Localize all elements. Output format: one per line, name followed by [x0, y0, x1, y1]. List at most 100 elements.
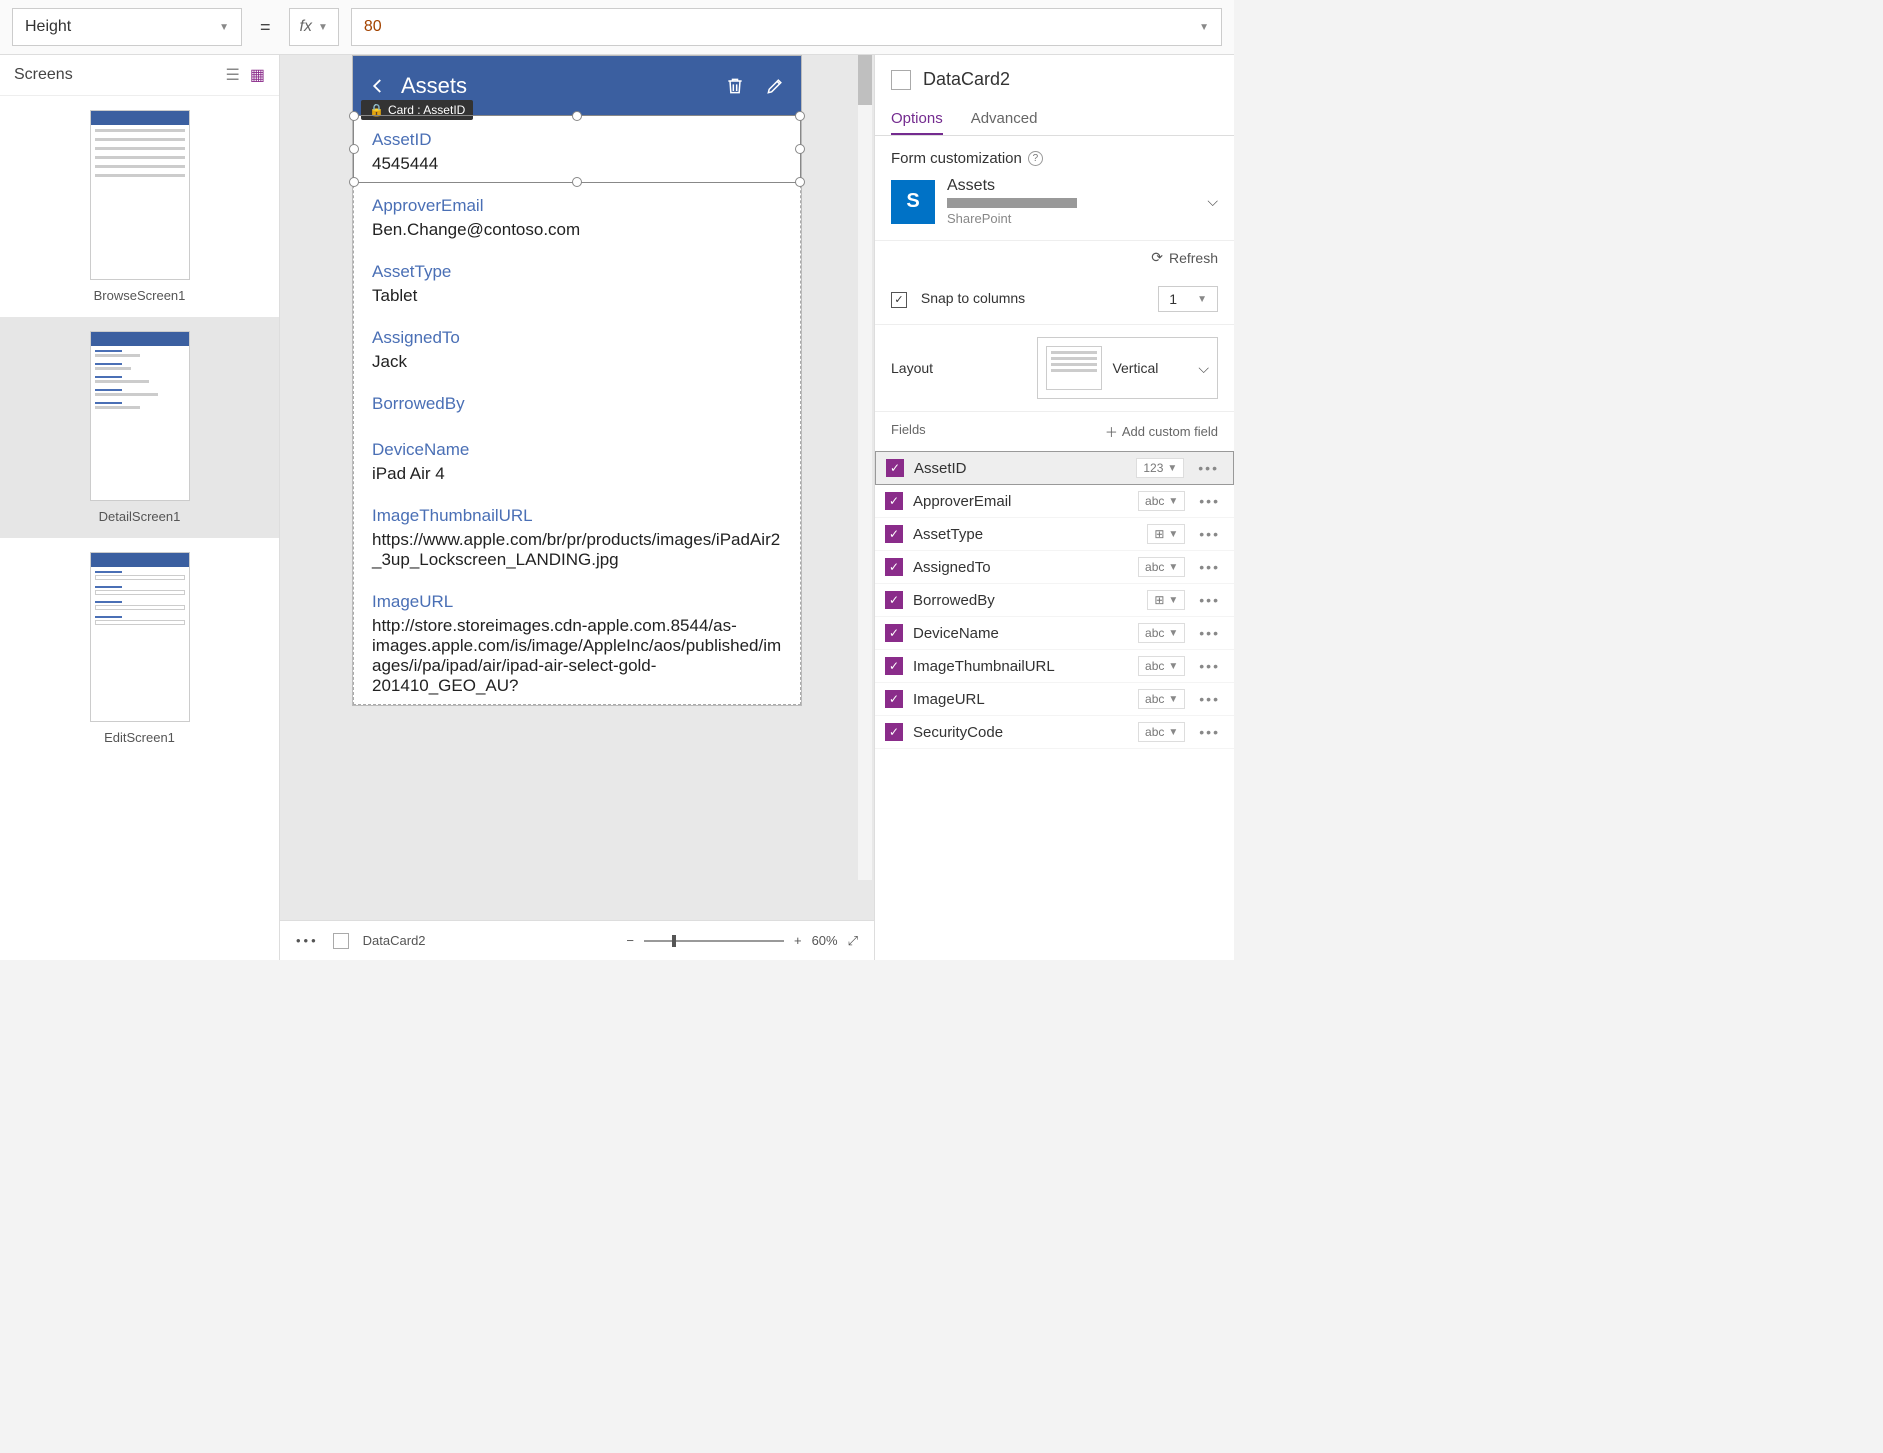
field-type-selector[interactable]: abc▼: [1138, 491, 1185, 511]
data-card[interactable]: ImageThumbnailURLhttps://www.apple.com/b…: [354, 492, 800, 578]
breadcrumb-label[interactable]: DataCard2: [363, 933, 426, 948]
field-name: SecurityCode: [913, 724, 1128, 741]
fx-button[interactable]: fx ▼: [289, 8, 339, 46]
data-card[interactable]: AssetTypeTablet: [354, 248, 800, 314]
chevron-down-icon[interactable]: ⌵: [1207, 193, 1218, 210]
field-row[interactable]: ✓BorrowedBy⊞▼•••: [875, 584, 1234, 617]
field-checkbox[interactable]: ✓: [885, 525, 903, 543]
field-checkbox[interactable]: ✓: [885, 591, 903, 609]
field-label: AssetID: [372, 130, 782, 150]
field-type-selector[interactable]: ⊞▼: [1147, 524, 1185, 544]
snap-checkbox[interactable]: [891, 292, 907, 308]
form-customization-title: Form customization ?: [891, 150, 1218, 167]
field-type-selector[interactable]: ⊞▼: [1147, 590, 1185, 610]
sharepoint-icon: S: [891, 180, 935, 224]
field-checkbox[interactable]: ✓: [885, 723, 903, 741]
field-type-selector[interactable]: abc▼: [1138, 623, 1185, 643]
selection-handle[interactable]: [349, 177, 359, 187]
detail-form[interactable]: AssetID4545444 ApproverEmail Ben.Change@co…: [353, 115, 801, 705]
datasource-row[interactable]: S Assets SharePoint ⌵: [891, 177, 1218, 226]
field-type-selector[interactable]: 123▼: [1136, 458, 1184, 478]
field-type-selector[interactable]: abc▼: [1138, 656, 1185, 676]
refresh-button[interactable]: ⟳ Refresh: [875, 241, 1234, 274]
field-row[interactable]: ✓ ImageURL abc▼ •••: [875, 683, 1234, 716]
field-name: ImageURL: [913, 691, 1128, 708]
data-card[interactable]: ApproverEmail Ben.Change@contoso.com: [354, 182, 800, 248]
scrollbar-thumb[interactable]: [858, 55, 872, 105]
zoom-out-button[interactable]: −: [626, 933, 634, 948]
phone-preview: Assets 🔒 Card : AssetID: [352, 55, 802, 706]
field-type-selector[interactable]: abc▼: [1138, 722, 1185, 742]
tab-advanced[interactable]: Advanced: [971, 104, 1038, 135]
columns-select[interactable]: 1 ▼: [1158, 286, 1218, 312]
selection-handle[interactable]: [349, 144, 359, 154]
field-more-button[interactable]: •••: [1195, 625, 1224, 641]
vertical-scrollbar[interactable]: [858, 55, 872, 880]
field-row[interactable]: ✓ImageThumbnailURLabc▼•••: [875, 650, 1234, 683]
field-checkbox[interactable]: ✓: [885, 690, 903, 708]
field-more-button[interactable]: •••: [1194, 460, 1223, 476]
screen-thumb-detail[interactable]: DetailScreen1: [0, 317, 279, 538]
element-name: DataCard2: [923, 69, 1010, 90]
field-more-button[interactable]: •••: [1195, 592, 1224, 608]
field-type-selector[interactable]: abc▼: [1138, 557, 1185, 577]
chevron-down-icon: ▼: [318, 22, 328, 33]
selection-handle[interactable]: [795, 177, 805, 187]
field-checkbox[interactable]: ✓: [885, 657, 903, 675]
zoom-in-button[interactable]: +: [794, 933, 802, 948]
field-name: DeviceName: [913, 625, 1128, 642]
field-checkbox[interactable]: ✓: [885, 492, 903, 510]
property-selector[interactable]: Height ▼: [12, 8, 242, 46]
field-row[interactable]: ✓ DeviceName abc▼ •••: [875, 617, 1234, 650]
field-more-button[interactable]: •••: [1195, 691, 1224, 707]
screen-thumb-edit[interactable]: EditScreen1: [0, 538, 279, 759]
field-checkbox[interactable]: ✓: [886, 459, 904, 477]
add-custom-field-button[interactable]: ＋ Add custom field: [1105, 422, 1218, 441]
element-checkbox[interactable]: [891, 70, 911, 90]
field-more-button[interactable]: •••: [1195, 724, 1224, 740]
field-checkbox[interactable]: ✓: [885, 624, 903, 642]
field-row[interactable]: ✓ SecurityCode abc▼ •••: [875, 716, 1234, 749]
trash-icon[interactable]: [725, 75, 745, 97]
field-more-button[interactable]: •••: [1195, 559, 1224, 575]
selection-handle[interactable]: [795, 144, 805, 154]
field-row[interactable]: ✓AssignedToabc▼•••: [875, 551, 1234, 584]
field-row[interactable]: ✓AssetType⊞▼•••: [875, 518, 1234, 551]
selection-handle[interactable]: [795, 111, 805, 121]
field-label: ApproverEmail: [372, 196, 782, 216]
field-value: Ben.Change@contoso.com: [372, 220, 782, 240]
field-more-button[interactable]: •••: [1195, 658, 1224, 674]
selection-handle[interactable]: [572, 111, 582, 121]
more-icon[interactable]: •••: [296, 933, 319, 948]
data-card[interactable]: DeviceNameiPad Air 4: [354, 426, 800, 492]
field-label: DeviceName: [372, 440, 782, 460]
field-checkbox[interactable]: ✓: [885, 558, 903, 576]
field-type-selector[interactable]: abc▼: [1138, 689, 1185, 709]
zoom-value: 60%: [812, 933, 838, 948]
field-more-button[interactable]: •••: [1195, 493, 1224, 509]
fields-list: ✓AssetID123▼•••✓ApproverEmailabc▼•••✓Ass…: [875, 451, 1234, 749]
selection-handle[interactable]: [349, 111, 359, 121]
field-more-button[interactable]: •••: [1195, 526, 1224, 542]
equals-sign: =: [254, 17, 277, 38]
data-card[interactable]: AssignedToJack: [354, 314, 800, 380]
screen-thumb-browse[interactable]: BrowseScreen1: [0, 96, 279, 317]
fit-screen-icon[interactable]: ⤢: [848, 933, 858, 949]
zoom-slider[interactable]: [644, 940, 784, 942]
tab-options[interactable]: Options: [891, 104, 943, 135]
edit-icon[interactable]: [765, 75, 785, 97]
grid-view-icon[interactable]: ▦: [250, 65, 265, 85]
screen-name: DetailScreen1: [99, 509, 181, 524]
data-card[interactable]: ImageURLhttp://store.storeimages.cdn-app…: [354, 578, 800, 704]
data-card[interactable]: BorrowedBy: [354, 380, 800, 426]
field-row[interactable]: ✓ApproverEmailabc▼•••: [875, 485, 1234, 518]
help-icon[interactable]: ?: [1028, 151, 1043, 166]
back-icon[interactable]: [369, 77, 387, 95]
selection-handle[interactable]: [572, 177, 582, 187]
field-row[interactable]: ✓AssetID123▼•••: [875, 451, 1234, 485]
chevron-down-icon[interactable]: ⌵: [1198, 360, 1209, 377]
breadcrumb-checkbox[interactable]: [333, 933, 349, 949]
formula-input[interactable]: 80 ▼: [351, 8, 1222, 46]
list-view-icon[interactable]: ☰: [226, 65, 240, 85]
data-card[interactable]: AssetID4545444: [353, 115, 801, 183]
